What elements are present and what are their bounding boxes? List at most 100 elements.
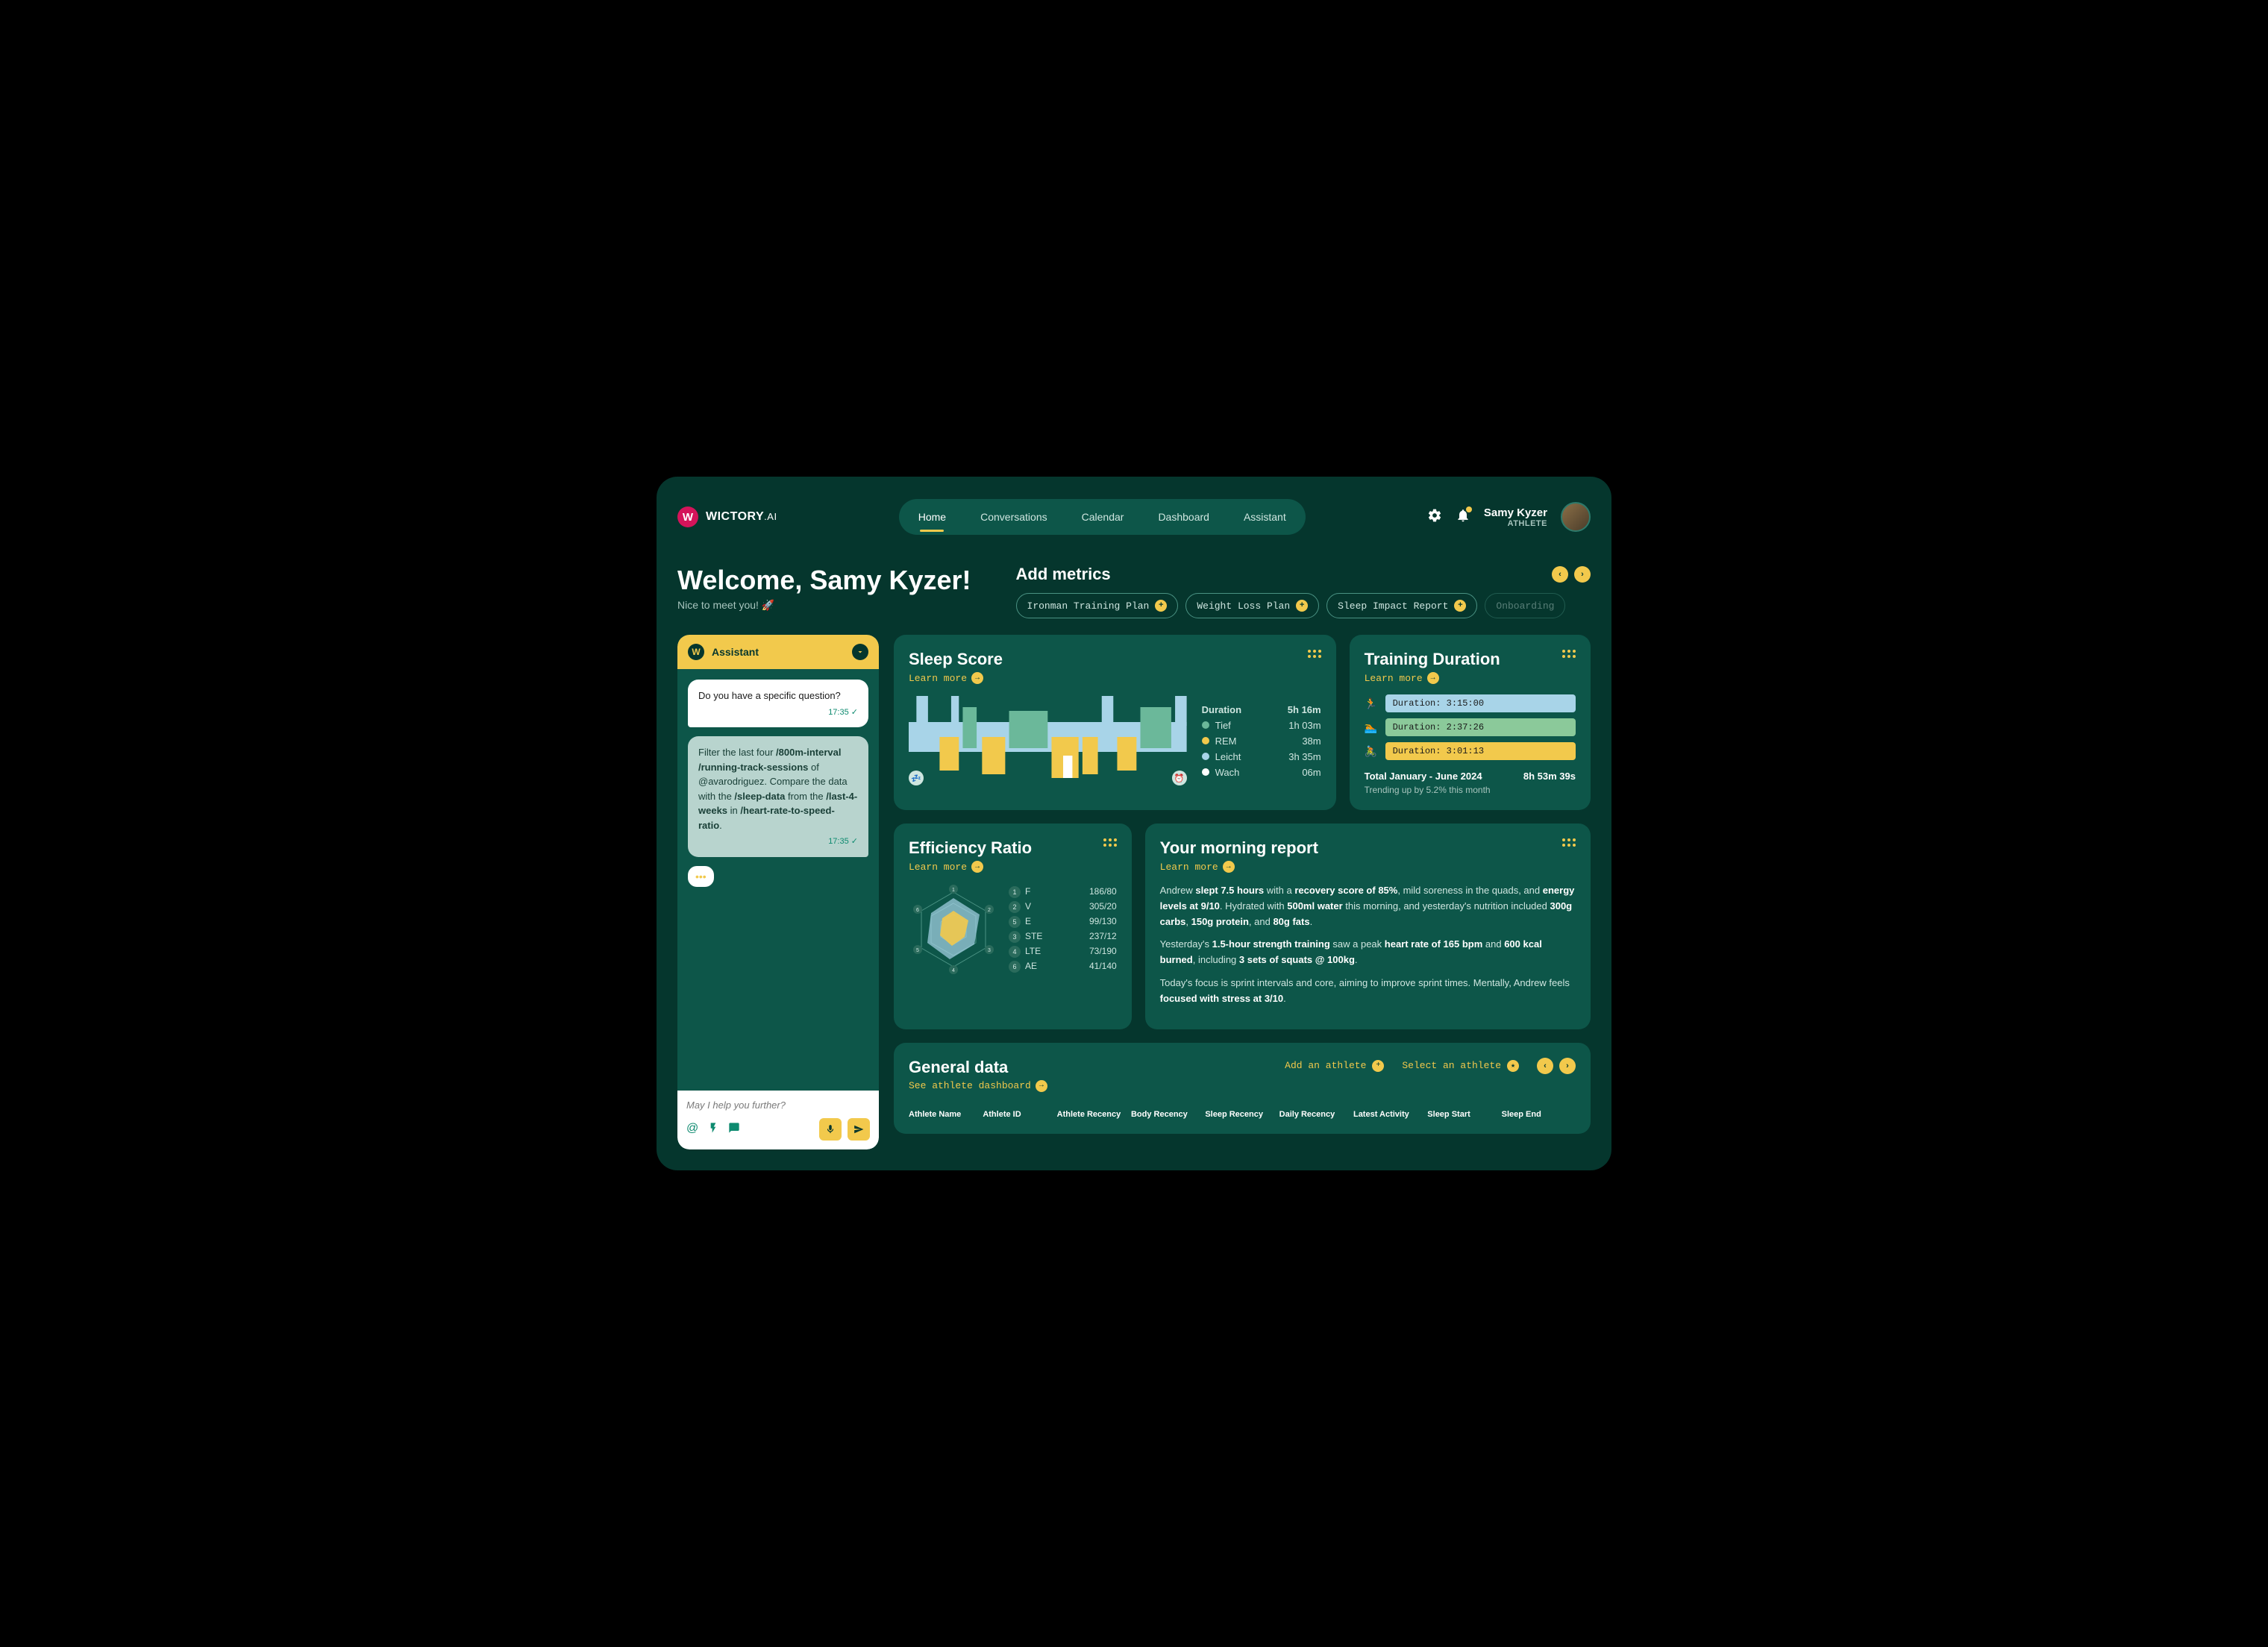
table-column[interactable]: Sleep End [1502, 1110, 1576, 1119]
app-header: W WICTORY.AI Home Conversations Calendar… [677, 499, 1591, 535]
general-data-card: General data See athlete dashboard→ Add … [894, 1043, 1591, 1134]
brand-logo[interactable]: W WICTORY.AI [677, 506, 777, 527]
settings-icon[interactable] [1427, 508, 1442, 527]
flash-icon[interactable] [707, 1122, 719, 1138]
dashboard-main: Sleep Score Learn more→ [894, 635, 1591, 1149]
efficiency-ratio-card: Efficiency Ratio Learn more→ 1 2 [894, 824, 1132, 1029]
assistant-header: W Assistant [677, 635, 879, 669]
drag-handle-icon[interactable] [1562, 838, 1576, 847]
nav-assistant[interactable]: Assistant [1229, 503, 1301, 530]
drag-handle-icon[interactable] [1308, 650, 1321, 658]
metrics-prev-button[interactable]: ‹ [1552, 566, 1568, 583]
sleep-end-icon: ⏰ [1172, 771, 1187, 785]
table-next-button[interactable]: › [1559, 1058, 1576, 1074]
notification-dot-icon [1466, 506, 1472, 512]
chat-area: Do you have a specific question? 17:35 F… [677, 669, 879, 1091]
collapse-button[interactable] [852, 644, 868, 660]
arrow-right-icon: → [1223, 861, 1235, 873]
notifications-icon[interactable] [1456, 508, 1470, 527]
user-role: ATHLETE [1484, 519, 1547, 528]
assistant-title: Assistant [712, 646, 759, 658]
svg-text:2: 2 [988, 908, 991, 913]
arrow-right-icon: → [971, 861, 983, 873]
main-nav: Home Conversations Calendar Dashboard As… [899, 499, 1306, 535]
nav-calendar[interactable]: Calendar [1067, 503, 1139, 530]
metrics-next-button[interactable]: › [1574, 566, 1591, 583]
assistant-badge-icon: W [688, 644, 704, 660]
table-prev-button[interactable]: ‹ [1537, 1058, 1553, 1074]
message-time: 17:35 [698, 835, 858, 848]
voice-button[interactable] [819, 1118, 842, 1141]
table-column[interactable]: Latest Activity [1353, 1110, 1427, 1119]
user-avatar[interactable] [1561, 502, 1591, 532]
message-body: Filter the last four /800m-interval /run… [698, 745, 858, 832]
table-column[interactable]: Daily Recency [1279, 1110, 1353, 1119]
bike-icon: 🚴 [1365, 745, 1378, 758]
chat-input-area: May I help you further? @ [677, 1091, 879, 1149]
mention-icon[interactable]: @ [686, 1122, 698, 1138]
duration-row-run: 🏃 Duration: 3:15:00 [1365, 694, 1576, 712]
metrics-chip[interactable]: Onboarding [1485, 593, 1565, 618]
plus-icon: + [1372, 1060, 1384, 1072]
sleep-legend: Duration5h 16m Tief1h 03m REM38m Leicht3… [1202, 702, 1321, 780]
table-column[interactable]: Athlete Recency [1057, 1110, 1131, 1119]
chat-icon[interactable] [728, 1122, 740, 1138]
chat-message-user: Filter the last four /800m-interval /run… [688, 736, 868, 857]
brand-name: WICTORY.AI [706, 510, 777, 524]
plus-icon: + [1155, 600, 1167, 612]
learn-more-link[interactable]: Learn more→ [909, 672, 1321, 684]
morning-report-text: Andrew slept 7.5 hours with a recovery s… [1160, 883, 1576, 1007]
learn-more-link[interactable]: Learn more→ [1365, 672, 1576, 684]
add-metrics-section: Add metrics ‹ › Ironman Training Plan+ W… [1016, 565, 1591, 618]
send-button[interactable] [848, 1118, 870, 1141]
learn-more-link[interactable]: Learn more→ [1160, 861, 1576, 873]
table-column[interactable]: Athlete ID [983, 1110, 1056, 1119]
chat-message-bot: Do you have a specific question? 17:35 [688, 680, 868, 727]
plus-icon: + [1454, 600, 1466, 612]
see-dashboard-link[interactable]: See athlete dashboard→ [909, 1080, 1047, 1092]
user-profile[interactable]: Samy Kyzer ATHLETE [1484, 506, 1547, 528]
svg-text:3: 3 [988, 948, 991, 953]
table-column[interactable]: Body Recency [1131, 1110, 1205, 1119]
metrics-chips: Ironman Training Plan+ Weight Loss Plan+… [1016, 593, 1591, 618]
nav-dashboard[interactable]: Dashboard [1143, 503, 1224, 530]
welcome-subtitle: Nice to meet you! 🚀 [677, 599, 971, 612]
welcome-block: Welcome, Samy Kyzer! Nice to meet you! 🚀 [677, 565, 971, 612]
table-column[interactable]: Sleep Recency [1205, 1110, 1279, 1119]
welcome-heading: Welcome, Samy Kyzer! [677, 565, 971, 596]
nav-conversations[interactable]: Conversations [965, 503, 1062, 530]
card-title: Efficiency Ratio [909, 838, 1117, 858]
trend-text: Trending up by 5.2% this month [1365, 785, 1576, 795]
table-header: Athlete Name Athlete ID Athlete Recency … [909, 1110, 1576, 1119]
metrics-chip[interactable]: Sleep Impact Report+ [1326, 593, 1477, 618]
duration-row-swim: 🏊 Duration: 2:37:26 [1365, 718, 1576, 736]
run-icon: 🏃 [1365, 697, 1378, 710]
card-title: Your morning report [1160, 838, 1576, 858]
table-column[interactable]: Sleep Start [1427, 1110, 1501, 1119]
svg-text:6: 6 [916, 908, 919, 913]
select-athlete-button[interactable]: Select an athlete★ [1402, 1060, 1519, 1072]
morning-report-card: Your morning report Learn more→ Andrew s… [1145, 824, 1591, 1029]
metrics-chip[interactable]: Weight Loss Plan+ [1185, 593, 1319, 618]
table-column[interactable]: Athlete Name [909, 1110, 983, 1119]
training-duration-card: Training Duration Learn more→ 🏃 Duration… [1350, 635, 1591, 810]
star-icon: ★ [1507, 1060, 1519, 1072]
duration-row-bike: 🚴 Duration: 3:01:13 [1365, 742, 1576, 760]
metrics-title: Add metrics [1016, 565, 1111, 584]
typing-indicator: ••• [688, 866, 714, 887]
plus-icon: + [1296, 600, 1308, 612]
learn-more-link[interactable]: Learn more→ [909, 861, 1117, 873]
sleep-score-card: Sleep Score Learn more→ [894, 635, 1336, 810]
sleep-start-icon: 💤 [909, 771, 924, 785]
drag-handle-icon[interactable] [1562, 650, 1576, 658]
metrics-chip[interactable]: Ironman Training Plan+ [1016, 593, 1179, 618]
add-athlete-button[interactable]: Add an athlete+ [1285, 1060, 1384, 1072]
header-actions: Samy Kyzer ATHLETE [1427, 502, 1591, 532]
message-time: 17:35 [698, 706, 858, 719]
assistant-sidebar: W Assistant Do you have a specific quest… [677, 635, 879, 1149]
swim-icon: 🏊 [1365, 721, 1378, 734]
chat-input[interactable]: May I help you further? [686, 1099, 870, 1111]
nav-home[interactable]: Home [903, 503, 961, 530]
drag-handle-icon[interactable] [1103, 838, 1117, 847]
card-title: Sleep Score [909, 650, 1321, 669]
